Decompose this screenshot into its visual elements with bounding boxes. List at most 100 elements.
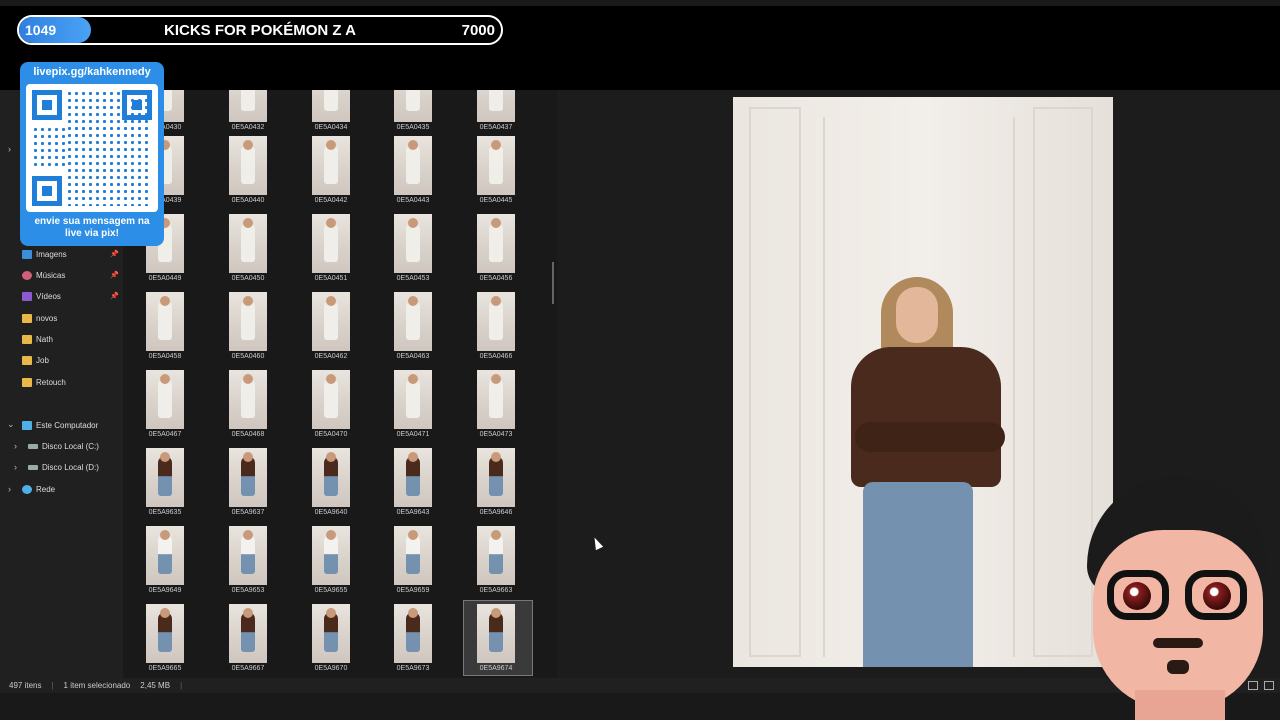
file-name[interactable]: 0E5A9655: [301, 587, 361, 594]
file-thumbnail[interactable]: [229, 214, 267, 273]
file-name[interactable]: 0E5A0471: [383, 431, 443, 438]
avatar-glasses: [1185, 570, 1247, 620]
file-thumbnail[interactable]: [229, 370, 267, 429]
file-name[interactable]: 0E5A0467: [135, 431, 195, 438]
nav-item-retouch[interactable]: Retouch: [22, 374, 66, 390]
file-thumbnail[interactable]: [229, 526, 267, 585]
file-name[interactable]: 0E5A0434: [301, 124, 361, 131]
file-name[interactable]: 0E5A0458: [135, 353, 195, 360]
network-icon: [22, 484, 32, 494]
file-name[interactable]: 0E5A9674: [466, 665, 526, 672]
file-name[interactable]: 0E5A0466: [466, 353, 526, 360]
scrollbar-thumb[interactable]: [552, 262, 554, 304]
nav-item-musicas[interactable]: Músicas: [22, 267, 65, 283]
file-name[interactable]: 0E5A9635: [135, 509, 195, 516]
file-name[interactable]: 0E5A0451: [301, 275, 361, 282]
file-thumbnail[interactable]: [312, 526, 350, 585]
file-name[interactable]: 0E5A9673: [383, 665, 443, 672]
file-thumbnail[interactable]: [477, 370, 515, 429]
file-thumbnail[interactable]: [394, 370, 432, 429]
file-thumbnail[interactable]: [477, 526, 515, 585]
file-name[interactable]: 0E5A0473: [466, 431, 526, 438]
file-name[interactable]: 0E5A0449: [135, 275, 195, 282]
file-thumbnail[interactable]: [146, 604, 184, 663]
file-thumbnail[interactable]: [394, 526, 432, 585]
file-name[interactable]: 0E5A9659: [383, 587, 443, 594]
chevron-right-icon[interactable]: ›: [14, 441, 17, 451]
file-thumbnail[interactable]: [146, 526, 184, 585]
file-thumbnail[interactable]: [394, 604, 432, 663]
file-name[interactable]: 0E5A0463: [383, 353, 443, 360]
file-thumbnail[interactable]: [477, 604, 515, 663]
file-thumbnail[interactable]: [477, 448, 515, 507]
file-name[interactable]: 0E5A9663: [466, 587, 526, 594]
nav-item-novos[interactable]: novos: [22, 310, 57, 326]
nav-item-rede[interactable]: Rede: [22, 481, 55, 497]
nav-item-job[interactable]: Job: [22, 352, 49, 368]
file-name[interactable]: 0E5A0460: [218, 353, 278, 360]
file-thumbnail[interactable]: [477, 136, 515, 195]
pin-icon[interactable]: 📌: [110, 250, 119, 258]
file-name[interactable]: 0E5A9653: [218, 587, 278, 594]
file-name[interactable]: 0E5A0450: [218, 275, 278, 282]
file-thumbnail[interactable]: [394, 292, 432, 351]
file-name[interactable]: 0E5A0437: [466, 124, 526, 131]
file-thumbnail[interactable]: [229, 136, 267, 195]
nav-item-nath[interactable]: Nath: [22, 331, 53, 347]
file-name[interactable]: 0E5A9670: [301, 665, 361, 672]
file-name[interactable]: 0E5A0432: [218, 124, 278, 131]
file-name[interactable]: 0E5A9646: [466, 509, 526, 516]
file-name[interactable]: 0E5A9640: [301, 509, 361, 516]
chevron-right-icon[interactable]: ›: [14, 462, 17, 472]
file-thumbnail[interactable]: [229, 448, 267, 507]
file-name[interactable]: 0E5A9637: [218, 509, 278, 516]
file-thumbnail[interactable]: [312, 370, 350, 429]
file-name[interactable]: 0E5A9667: [218, 665, 278, 672]
thumbnail-figure: [406, 534, 420, 574]
chevron-right-icon[interactable]: ›: [8, 484, 11, 494]
nav-item-disco-c[interactable]: Disco Local (C:): [28, 438, 99, 454]
file-thumbnail[interactable]: [394, 214, 432, 273]
file-name[interactable]: 0E5A0443: [383, 197, 443, 204]
file-thumbnail[interactable]: [229, 604, 267, 663]
file-thumbnail[interactable]: [146, 292, 184, 351]
chevron-down-icon[interactable]: ⌄: [7, 419, 15, 430]
nav-item-este-computador[interactable]: Este Computador: [22, 417, 98, 433]
file-thumbnail[interactable]: [477, 214, 515, 273]
file-name[interactable]: 0E5A0453: [383, 275, 443, 282]
file-thumbnail[interactable]: [312, 604, 350, 663]
file-name[interactable]: 0E5A0456: [466, 275, 526, 282]
chevron-right-icon[interactable]: ›: [8, 144, 11, 154]
file-name[interactable]: 0E5A0435: [383, 124, 443, 131]
qr-finder: [32, 176, 62, 206]
nav-item-disco-d[interactable]: Disco Local (D:): [28, 459, 99, 475]
pin-icon[interactable]: 📌: [110, 271, 119, 279]
file-thumbnail[interactable]: [312, 292, 350, 351]
file-name[interactable]: 0E5A0470: [301, 431, 361, 438]
file-name[interactable]: 0E5A9665: [135, 665, 195, 672]
file-name[interactable]: 0E5A0445: [466, 197, 526, 204]
file-thumbnail[interactable]: [229, 90, 267, 122]
file-thumbnail[interactable]: [312, 136, 350, 195]
nav-item-videos[interactable]: Vídeos: [22, 288, 61, 304]
pin-icon[interactable]: 📌: [110, 292, 119, 300]
file-thumbnail[interactable]: [394, 448, 432, 507]
file-thumbnail[interactable]: [477, 90, 515, 122]
file-thumbnail[interactable]: [394, 90, 432, 122]
file-thumbnail[interactable]: [394, 136, 432, 195]
file-name[interactable]: 0E5A9649: [135, 587, 195, 594]
file-name[interactable]: 0E5A0468: [218, 431, 278, 438]
file-thumbnail[interactable]: [229, 292, 267, 351]
file-name[interactable]: 0E5A0462: [301, 353, 361, 360]
thumbnail-figure: [158, 534, 172, 574]
file-name[interactable]: 0E5A9643: [383, 509, 443, 516]
file-thumbnail[interactable]: [312, 448, 350, 507]
file-thumbnail[interactable]: [146, 448, 184, 507]
file-thumbnail[interactable]: [312, 90, 350, 122]
file-thumbnail[interactable]: [146, 370, 184, 429]
file-thumbnail[interactable]: [312, 214, 350, 273]
file-name[interactable]: 0E5A0440: [218, 197, 278, 204]
nav-item-imagens[interactable]: Imagens: [22, 246, 67, 262]
file-name[interactable]: 0E5A0442: [301, 197, 361, 204]
file-thumbnail[interactable]: [477, 292, 515, 351]
